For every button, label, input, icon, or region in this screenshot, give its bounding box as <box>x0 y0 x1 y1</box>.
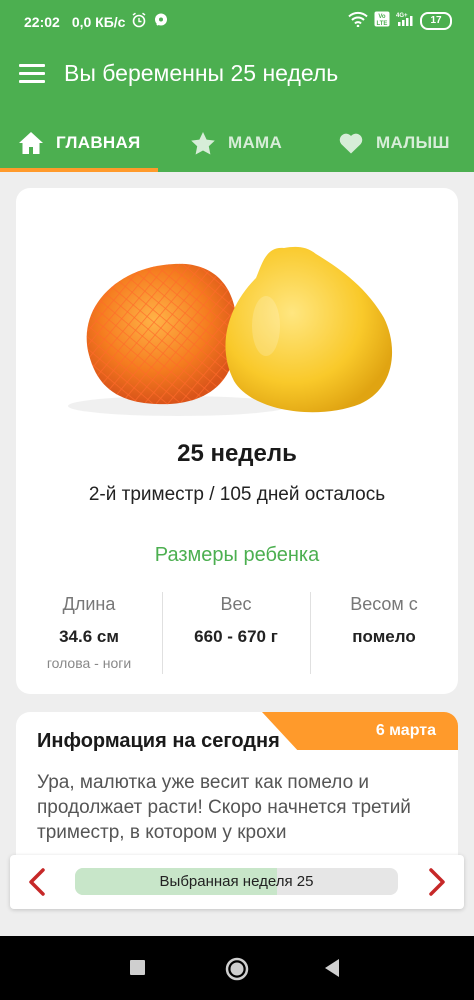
tab-baby[interactable]: МАЛЫШ <box>338 114 450 172</box>
trimester-text: 2-й триместр / 105 дней осталось <box>88 484 386 505</box>
home-icon <box>18 131 44 155</box>
chevron-right-icon[interactable] <box>424 867 448 902</box>
weeks-heading: 25 недель <box>177 440 297 467</box>
status-time: 22:02 <box>24 13 60 30</box>
svg-text:LTE: LTE <box>377 21 388 27</box>
status-bar: 22:02 0,0 КБ/с Vo LTE 4G+ 17 <box>0 0 474 38</box>
pomelo-fruit-image <box>16 206 458 436</box>
signal-4g-icon: 4G+ <box>396 11 414 30</box>
tab-label: ГЛАВНАЯ <box>56 133 141 152</box>
metric-weight: Вес 660 - 670 г <box>163 594 309 647</box>
tab-home[interactable]: ГЛАВНАЯ <box>18 114 141 172</box>
metric-value: 660 - 670 г <box>194 627 278 646</box>
metric-sub: голова - ноги <box>46 655 132 671</box>
date-badge: 6 марта <box>262 712 458 750</box>
tab-mom[interactable]: МАМА <box>190 114 282 172</box>
metric-label: Весом с <box>350 594 418 614</box>
info-text: Ура, малютка уже весит как помело и прод… <box>37 772 411 843</box>
app-bar: Вы беременны 25 недель <box>0 38 474 114</box>
star-icon <box>190 131 216 155</box>
tab-bar: ГЛАВНАЯ МАМА МАЛЫШ <box>0 114 474 172</box>
info-title: Информация на сегодня <box>37 730 280 752</box>
week-card: 25 недель 2-й триместр / 105 дней остало… <box>16 188 458 694</box>
status-net-speed: 0,0 КБ/с <box>71 13 126 30</box>
page-title: Вы беременны 25 недель <box>64 60 339 86</box>
date-badge-text: 6 марта <box>375 722 436 739</box>
volte-icon: Vo LTE <box>374 11 390 30</box>
home-nav-icon[interactable] <box>224 956 250 987</box>
heart-icon <box>338 131 364 155</box>
metric-label: Вес <box>220 594 252 614</box>
week-progress-bar[interactable]: Выбранная неделя 25 <box>75 868 398 895</box>
wifi-icon <box>348 11 368 30</box>
metric-value: помело <box>352 627 416 646</box>
back-icon[interactable] <box>322 956 342 985</box>
metric-comparison: Весом с помело <box>311 594 457 647</box>
week-navigator: Выбранная неделя 25 <box>10 855 464 909</box>
sizes-title: Размеры ребенка <box>154 544 320 566</box>
metric-value: 34.6 см <box>59 627 119 646</box>
recents-icon[interactable] <box>128 956 148 985</box>
hamburger-menu-icon[interactable] <box>19 64 45 84</box>
metric-label: Длина <box>62 594 116 614</box>
active-tab-indicator <box>0 168 158 172</box>
battery-icon: 17 <box>420 11 452 30</box>
chat-icon <box>153 12 169 31</box>
tab-label: МАЛЫШ <box>376 133 450 152</box>
info-card[interactable]: 6 марта Информация на сегодня Ура, малют… <box>16 712 458 872</box>
system-nav-bar <box>0 936 474 1000</box>
tab-label: МАМА <box>228 133 283 152</box>
week-progress-label: Выбранная неделя 25 <box>159 873 314 890</box>
metric-length: Длина 34.6 см голова - ноги <box>16 594 162 671</box>
svg-text:Vo: Vo <box>378 14 386 20</box>
battery-level: 17 <box>430 14 442 26</box>
alarm-icon <box>131 12 147 31</box>
chevron-left-icon[interactable] <box>26 867 50 902</box>
